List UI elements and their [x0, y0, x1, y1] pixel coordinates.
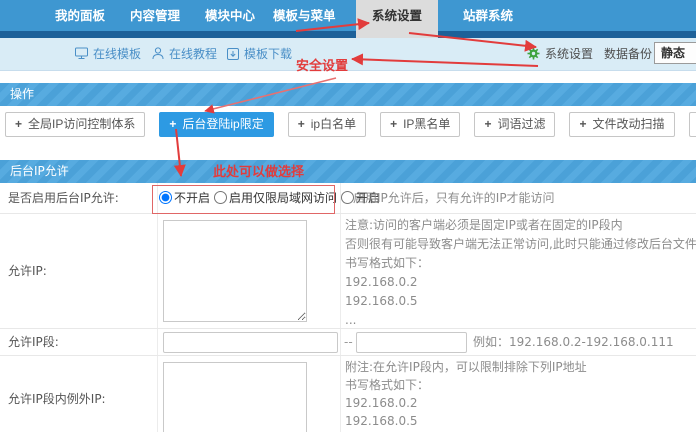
annotation-red-box: [152, 185, 335, 214]
btn-word-filter[interactable]: + 词语过滤: [474, 112, 555, 137]
field-label: 允许IP段:: [8, 329, 59, 356]
user-icon: [152, 47, 164, 60]
field-label: 是否启用后台IP允许:: [8, 183, 119, 214]
section-header-operations: 操作: [0, 83, 696, 106]
form-row-enable-ip-allow: 是否启用后台IP允许: 不开启启用仅限局域网访问开启 启用IP允许后，只有允许的…: [0, 183, 696, 214]
note-line: ...: [345, 311, 696, 330]
btn-backend-path-captcha[interactable]: +后台路径/验证码/安全码: [689, 112, 696, 137]
monitor-icon: [75, 47, 88, 60]
note-line: 192.168.0.5: [345, 292, 696, 311]
field-note-block: 附注:在允许IP段内，可以限制排除下列IP地址 书写格式如下： 192.168.…: [345, 358, 587, 430]
field-note-block: 注意:访问的客户端必须是固定IP或者在固定的IP段内 否则很有可能导致客户端无法…: [345, 216, 696, 330]
link-label: 模板下载: [244, 47, 292, 61]
nav-item-templates[interactable]: 模板与菜单: [273, 0, 336, 31]
form-row-allow-ip: 允许IP: 注意:访问的客户端必须是固定IP或者在固定的IP段内 否则很有可能导…: [0, 214, 696, 329]
top-nav: 我的面板 内容管理 模块中心 模板与菜单 站群系统: [0, 0, 696, 31]
btn-ip-blacklist[interactable]: + IP黑名单: [380, 112, 460, 137]
nav-item-dashboard[interactable]: 我的面板: [55, 0, 105, 31]
plus-icon: +: [15, 117, 22, 131]
note-line: 192.168.0.2: [345, 394, 587, 412]
btn-file-change-scan[interactable]: + 文件改动扫描: [569, 112, 674, 137]
nav-tab-system-settings-active[interactable]: 系统设置: [356, 0, 438, 38]
static-page-button[interactable]: 静态: [654, 42, 696, 64]
btn-backend-login-ip-limit[interactable]: + 后台登陆ip限定: [159, 112, 273, 137]
gear-icon: [527, 47, 540, 60]
section-header-backend-ip-allow: 后台IP允许: [0, 160, 696, 183]
exception-ip-textarea[interactable]: [163, 362, 307, 432]
link-template-download[interactable]: 模板下载: [227, 38, 292, 70]
link-label: 在线模板: [93, 47, 141, 61]
range-separator: --: [344, 329, 353, 356]
link-online-templates[interactable]: 在线模板: [75, 38, 141, 70]
btn-label: 后台登陆ip限定: [182, 117, 263, 131]
nav-item-modules[interactable]: 模块中心: [205, 0, 255, 31]
allow-ip-textarea[interactable]: [163, 220, 307, 322]
note-line: 书写格式如下：: [345, 376, 587, 394]
menu-item-system-settings[interactable]: 系统设置: [527, 38, 593, 70]
annotation-security-settings: 安全设置: [296, 55, 348, 74]
plus-icon: +: [390, 117, 397, 131]
note-line: 192.168.0.2: [345, 273, 696, 292]
link-label: 在线教程: [169, 47, 217, 61]
plus-icon: +: [484, 117, 491, 131]
admin-panel-screen: 我的面板 内容管理 模块中心 模板与菜单 站群系统 系统设置 在线模板 在线教程…: [0, 0, 696, 432]
btn-label: 全局IP访问控制体系: [28, 117, 135, 131]
field-label: 允许IP段内例外IP:: [8, 356, 106, 432]
nav-underline-strip: [0, 31, 696, 38]
field-example: 例如：192.168.0.2-192.168.0.111: [473, 329, 674, 356]
form-row-exception-ip: 允许IP段内例外IP: 附注:在允许IP段内，可以限制排除下列IP地址 书写格式…: [0, 356, 696, 432]
menu-item-label: 系统设置: [545, 47, 593, 61]
ip-range-from-input[interactable]: [163, 332, 338, 353]
field-label: 允许IP:: [8, 214, 47, 329]
note-line: 注意:访问的客户端必须是固定IP或者在固定的IP段内: [345, 216, 696, 235]
ip-range-to-input[interactable]: [356, 332, 467, 353]
menu-item-data-backup[interactable]: 数据备份: [604, 38, 652, 70]
btn-label: IP黑名单: [403, 117, 450, 131]
note-line: 附注:在允许IP段内，可以限制排除下列IP地址: [345, 358, 587, 376]
download-icon: [227, 48, 239, 60]
field-note: 启用IP允许后，只有允许的IP才能访问: [353, 183, 555, 214]
plus-icon: +: [298, 117, 305, 131]
btn-label: 文件改动扫描: [592, 117, 664, 131]
btn-label: ip白名单: [311, 117, 356, 131]
operations-button-row: + 全局IP访问控制体系 + 后台登陆ip限定 + ip白名单 + IP黑名单 + 词语过…: [5, 112, 696, 137]
nav-item-sitegroup[interactable]: 站群系统: [463, 0, 513, 31]
note-line: 192.168.0.5: [345, 412, 587, 430]
btn-label: 词语过滤: [497, 117, 545, 131]
annotation-choose-hint: 此处可以做选择: [213, 161, 304, 180]
btn-ip-whitelist[interactable]: + ip白名单: [288, 112, 366, 137]
btn-global-ip-control[interactable]: + 全局IP访问控制体系: [5, 112, 145, 137]
plus-icon: +: [169, 117, 176, 131]
note-line: 否则很有可能导致客户端无法正常访问,此时只能通过修改后台文件强制进入后台进行修改…: [345, 235, 696, 254]
nav-item-content[interactable]: 内容管理: [130, 0, 180, 31]
plus-icon: +: [579, 117, 586, 131]
note-line: 书写格式如下：: [345, 254, 696, 273]
form-row-allow-ip-range: 允许IP段: -- 例如：192.168.0.2-192.168.0.111: [0, 329, 696, 356]
link-online-tutorial[interactable]: 在线教程: [152, 38, 217, 70]
